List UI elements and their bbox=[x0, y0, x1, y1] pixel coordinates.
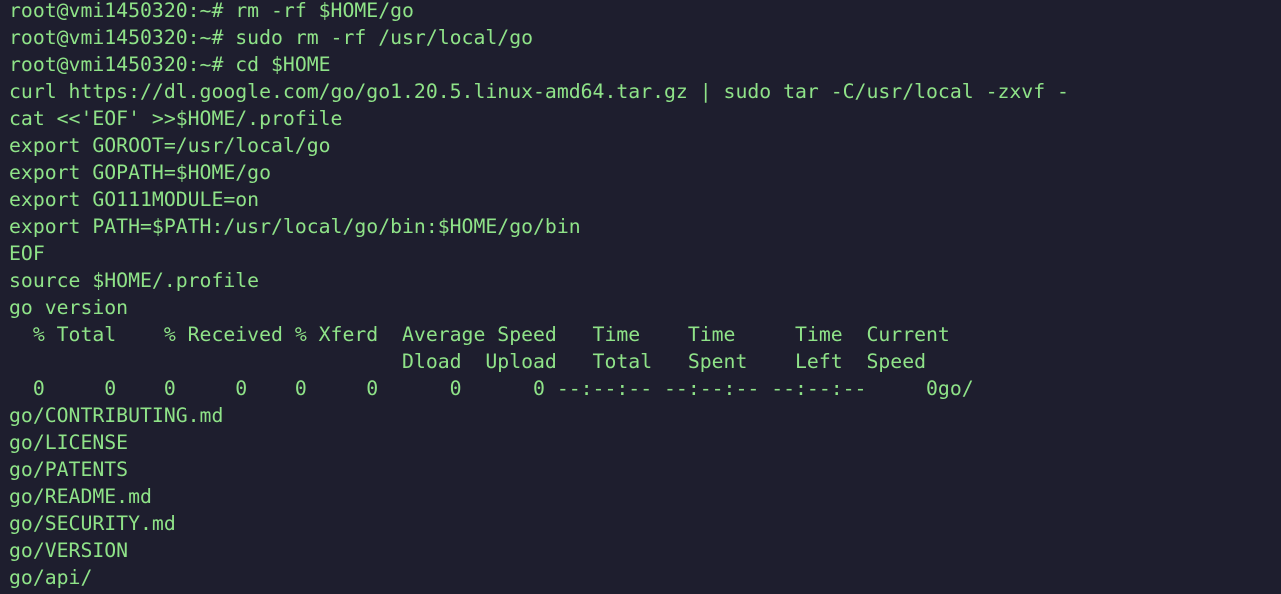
terminal-line: go version bbox=[9, 296, 129, 319]
terminal-line: 0 0 0 0 0 0 0 0 --:--:-- --:--:-- --:--:… bbox=[9, 377, 974, 400]
terminal-line: export GO111MODULE=on bbox=[9, 188, 260, 211]
terminal-line: Dload Upload Total Spent Left Speed bbox=[9, 350, 927, 373]
terminal-line: root@vmi1450320:~# cd $HOME bbox=[9, 53, 331, 76]
terminal-line: go/VERSION bbox=[9, 539, 129, 562]
terminal-line: curl https://dl.google.com/go/go1.20.5.l… bbox=[9, 80, 1069, 103]
terminal-window[interactable]: root@vmi1450320:~# rm -rf $HOME/go root@… bbox=[0, 0, 1281, 594]
terminal-line: go/PATENTS bbox=[9, 458, 129, 481]
terminal-line: go/LICENSE bbox=[9, 431, 129, 454]
terminal-line: go/README.md bbox=[9, 485, 152, 508]
terminal-line: go/CONTRIBUTING.md bbox=[9, 404, 224, 427]
terminal-line: EOF bbox=[9, 242, 45, 265]
terminal-line: root@vmi1450320:~# sudo rm -rf /usr/loca… bbox=[9, 26, 534, 49]
terminal-line: % Total % Received % Xferd Average Speed… bbox=[9, 323, 950, 346]
terminal-line: export GOPATH=$HOME/go bbox=[9, 161, 272, 184]
terminal-line: export PATH=$PATH:/usr/local/go/bin:$HOM… bbox=[9, 215, 581, 238]
terminal-line: go/api/ bbox=[9, 566, 93, 589]
terminal-line: go/SECURITY.md bbox=[9, 512, 176, 535]
terminal-line: root@vmi1450320:~# rm -rf $HOME/go bbox=[9, 0, 414, 22]
terminal-line: cat <<'EOF' >>$HOME/.profile bbox=[9, 107, 343, 130]
terminal-line: export GOROOT=/usr/local/go bbox=[9, 134, 331, 157]
terminal-line: source $HOME/.profile bbox=[9, 269, 260, 292]
